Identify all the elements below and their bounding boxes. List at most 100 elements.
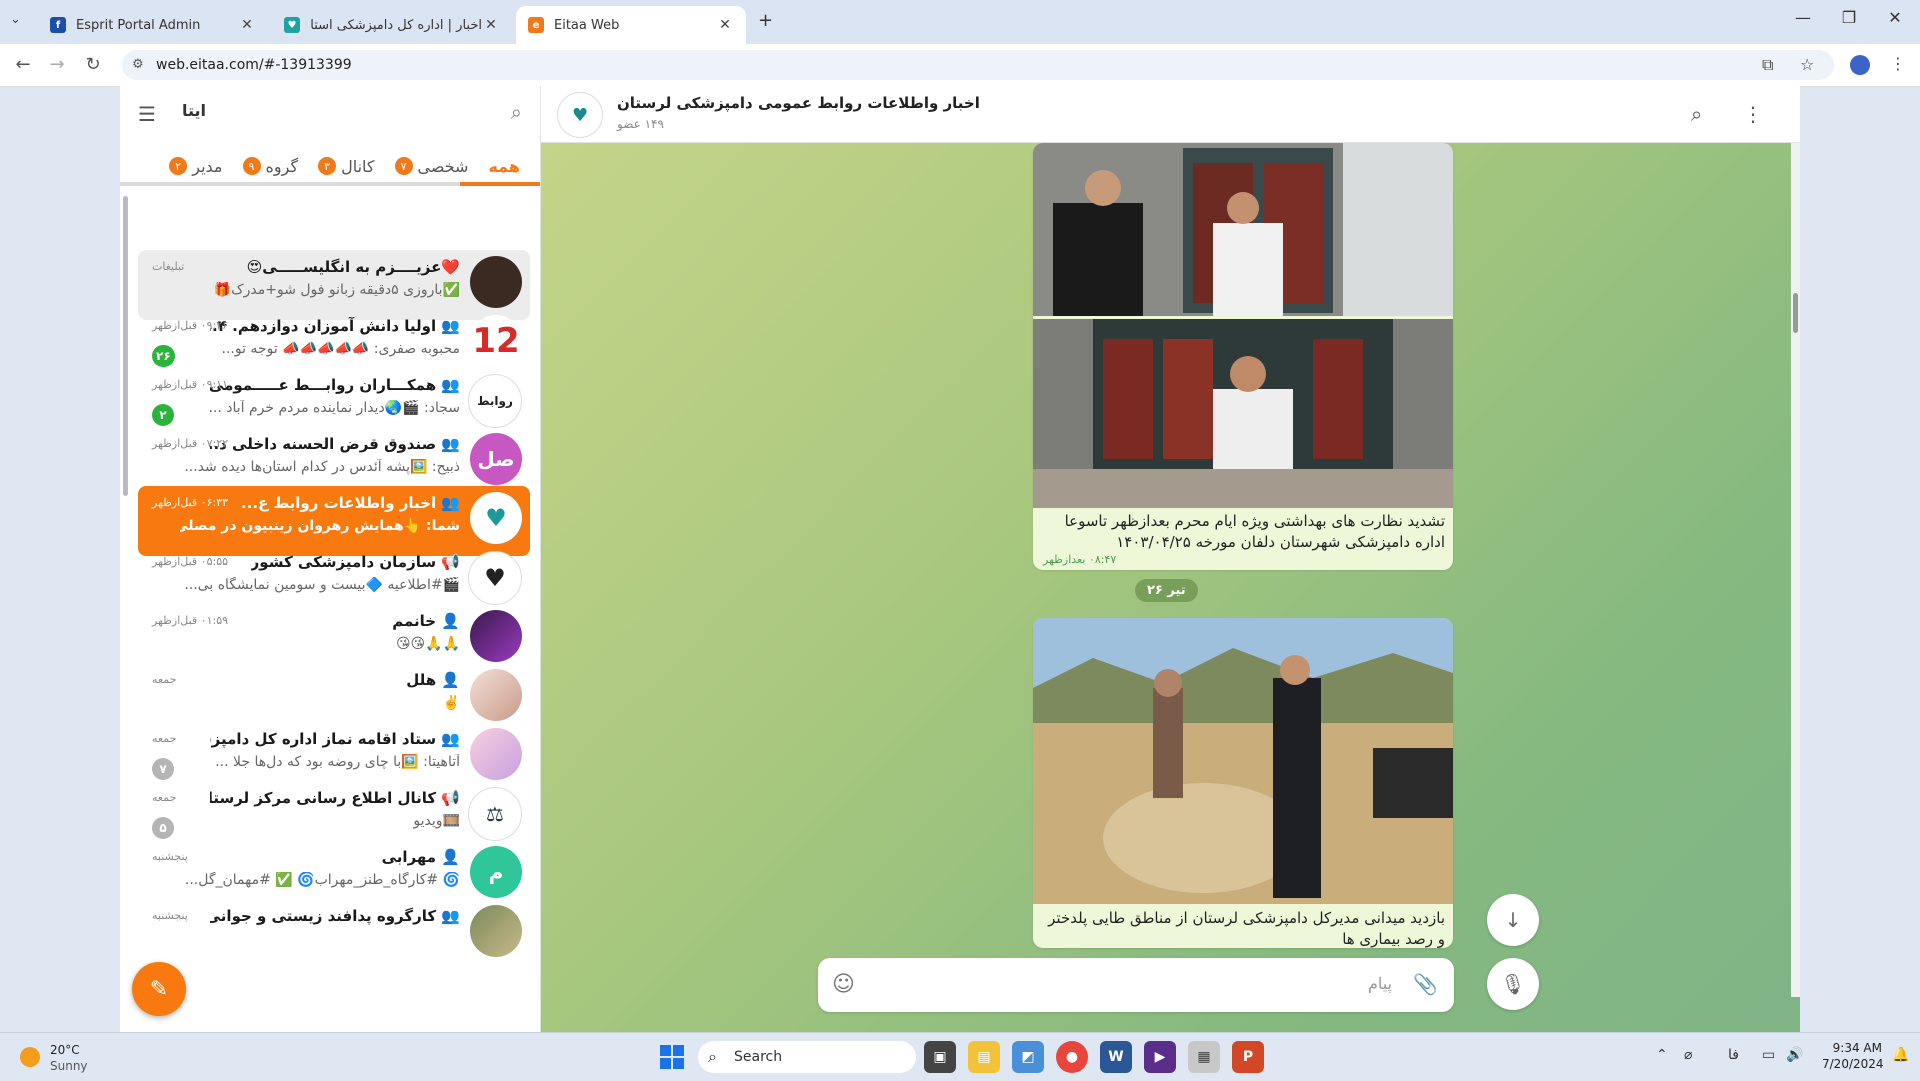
filter-channel[interactable]: کانال ۳ bbox=[318, 152, 375, 180]
forward-icon[interactable]: → bbox=[44, 53, 70, 77]
avatar bbox=[470, 728, 522, 780]
system-clock[interactable]: 9:34 AM 7/20/2024 bbox=[1822, 1041, 1884, 1071]
compose-pencil-icon[interactable]: ✎ bbox=[132, 962, 186, 1016]
tab-esprit[interactable]: f Esprit Portal Admin ✕ bbox=[38, 6, 268, 44]
chat-name: 👤 مهرابی bbox=[381, 848, 460, 866]
chat-preview: سجاد: 🎬🌏دیدار نماینده مردم خرم آباد ... bbox=[208, 400, 460, 416]
search-icon[interactable]: ⌕ bbox=[1691, 102, 1702, 126]
filter-count: ۷ bbox=[394, 157, 413, 175]
volume-icon[interactable]: 🔊 bbox=[1786, 1047, 1803, 1063]
windows-start-icon[interactable] bbox=[660, 1045, 684, 1069]
conversation-pane: ♥ اخبار واطلاعات روابط عمومی دامپزشکی لر… bbox=[541, 86, 1800, 1032]
message-photo[interactable] bbox=[1033, 618, 1453, 904]
message-caption: بازدید میدانی مدیرکل دامپزشکی لرستان از … bbox=[1048, 909, 1445, 948]
active-filter-indicator bbox=[460, 182, 540, 186]
tab-eitaa[interactable]: e Eitaa Web ✕ bbox=[516, 6, 746, 44]
filter-underline bbox=[120, 182, 540, 186]
network-off-icon[interactable]: ⌀ bbox=[1684, 1047, 1692, 1063]
chat-item[interactable]: 👥 کارگروه پدافند زیستی و جوانی جمع... پن… bbox=[138, 899, 530, 969]
close-window-icon[interactable]: ✕ bbox=[1872, 8, 1918, 27]
conversation-scrollbar[interactable] bbox=[1791, 143, 1800, 997]
avatar bbox=[470, 610, 522, 662]
unread-badge: ۵ bbox=[152, 817, 174, 839]
sidebar-header: ☰ ایتا ⌕ bbox=[120, 86, 540, 140]
more-options-icon[interactable]: ⋮ bbox=[1743, 102, 1763, 126]
bookmark-star-icon[interactable]: ☆ bbox=[1800, 50, 1814, 80]
install-app-icon[interactable]: ⧉ bbox=[1762, 50, 1773, 80]
message-photo[interactable] bbox=[1033, 143, 1453, 316]
tab-vet-news[interactable]: ♥ اخبار | اداره کل دامپزشکی استان ل ✕ bbox=[272, 6, 512, 44]
emoji-icon[interactable]: ☺ bbox=[832, 972, 855, 997]
filter-label: شخصی bbox=[417, 156, 469, 176]
message-input[interactable]: پیام bbox=[1368, 974, 1392, 993]
chat-time: پنجشنبه bbox=[152, 909, 188, 922]
new-tab-button[interactable]: + bbox=[758, 10, 773, 31]
taskbar-search[interactable]: ⌕ Search bbox=[698, 1041, 916, 1073]
microphone-button[interactable]: 🎙 bbox=[1487, 958, 1539, 1010]
display-icon[interactable]: ▭ bbox=[1762, 1047, 1775, 1063]
reload-icon[interactable]: ↻ bbox=[80, 53, 106, 77]
restore-icon[interactable]: ❐ bbox=[1826, 8, 1872, 27]
weather-temp: 20°C bbox=[50, 1043, 80, 1057]
eitaa-app: ☰ ایتا ⌕ همه شخصی ۷ کانال ۳ گروه ۹ مدیر ۲ ❤️… bbox=[120, 86, 1800, 1032]
filter-admin[interactable]: مدیر ۲ bbox=[169, 152, 223, 180]
task-view-icon[interactable]: ▣ bbox=[924, 1041, 956, 1073]
chat-name: 👥 صندوق قرض الحسنه داخلی د... bbox=[210, 435, 460, 453]
chat-preview: ✅باروزی ۵دقیقه زبانو فول شو+مدرک🎁 bbox=[213, 282, 460, 298]
chat-name: 👥 همکـــاران روابـــط عـــــمومی bbox=[210, 376, 460, 394]
chat-name: 👥 کارگروه پدافند زیستی و جوانی جمع... bbox=[210, 907, 460, 925]
hamburger-menu-icon[interactable]: ☰ bbox=[138, 102, 156, 126]
chat-name: 👥 اولیا دانش آموزان دوازدهم. ۴... bbox=[210, 317, 460, 335]
close-tab-icon[interactable]: ✕ bbox=[482, 17, 500, 33]
chat-name: ❤️عزیــــزم به انگلیســـــی😍 bbox=[246, 258, 460, 276]
attach-icon[interactable]: 📎 bbox=[1413, 972, 1438, 996]
filter-label: گروه bbox=[265, 156, 299, 176]
close-tab-icon[interactable]: ✕ bbox=[238, 17, 256, 33]
scroll-down-button[interactable]: ↓ bbox=[1487, 894, 1539, 946]
file-explorer-icon[interactable]: ▤ bbox=[968, 1041, 1000, 1073]
close-tab-icon[interactable]: ✕ bbox=[716, 17, 734, 33]
member-count: ۱۴۹ عضو bbox=[617, 117, 664, 131]
filter-personal[interactable]: شخصی ۷ bbox=[394, 152, 469, 180]
app-icon[interactable]: ▦ bbox=[1188, 1041, 1220, 1073]
message-photo[interactable] bbox=[1033, 319, 1453, 508]
address-bar[interactable]: ⚙ web.eitaa.com/#-13913399 ⧉ ☆ bbox=[122, 50, 1834, 80]
avatar: ♥ bbox=[468, 551, 522, 605]
chat-name: 📢 کانال اطلاع رسانی مرکز لرستان bbox=[210, 789, 460, 807]
sidebar-scrollbar[interactable] bbox=[123, 196, 128, 496]
browser-menu-icon[interactable]: ⋮ bbox=[1890, 54, 1906, 73]
chrome-icon[interactable]: ● bbox=[1056, 1041, 1088, 1073]
notification-bell-icon[interactable]: 🔔 bbox=[1892, 1047, 1909, 1063]
back-icon[interactable]: ← bbox=[10, 53, 36, 77]
site-info-icon[interactable]: ⚙ bbox=[132, 50, 144, 80]
avatar: روابط bbox=[468, 374, 522, 428]
message-bubble[interactable]: بازدید میدانی مدیرکل دامپزشکی لرستان از … bbox=[1033, 618, 1453, 948]
tray-chevron-icon[interactable]: ⌃ bbox=[1656, 1047, 1668, 1063]
message-composer[interactable]: ☺ پیام 📎 bbox=[818, 958, 1454, 1012]
filter-group[interactable]: گروه ۹ bbox=[242, 152, 299, 180]
filter-label: کانال bbox=[341, 156, 375, 176]
tab-search-icon[interactable]: ⌄ bbox=[10, 12, 21, 27]
photos-icon[interactable]: ◩ bbox=[1012, 1041, 1044, 1073]
channel-avatar[interactable]: ♥ bbox=[557, 92, 603, 138]
date-separator: ۲۶ تیر bbox=[1135, 579, 1198, 602]
chat-time: ۰۱:۵۹ قبل‌ازظهر bbox=[152, 614, 229, 627]
filter-all[interactable]: همه bbox=[488, 152, 520, 180]
media-player-icon[interactable]: ▶ bbox=[1144, 1041, 1176, 1073]
scroll-thumb[interactable] bbox=[1793, 293, 1798, 333]
conversation-header[interactable]: ♥ اخبار واطلاعات روابط عمومی دامپزشکی لر… bbox=[541, 86, 1800, 143]
message-bubble[interactable]: تشدید نظارت های بهداشتی ویژه ایام محرم ب… bbox=[1033, 143, 1453, 570]
chat-preview: 🎞️ویدیو bbox=[413, 813, 460, 829]
word-icon[interactable]: W bbox=[1100, 1041, 1132, 1073]
tab-title: اخبار | اداره کل دامپزشکی استان ل bbox=[310, 17, 482, 33]
language-indicator[interactable]: فا bbox=[1728, 1047, 1739, 1063]
chat-time: ۰۹:۱۱ قبل‌ازظهر bbox=[152, 378, 229, 391]
tab-title: Eitaa Web bbox=[554, 17, 620, 33]
chat-preview: ✌️ bbox=[442, 695, 460, 711]
avatar: صل bbox=[470, 433, 522, 485]
minimize-icon[interactable]: — bbox=[1780, 8, 1826, 27]
profile-avatar[interactable] bbox=[1850, 55, 1870, 75]
powerpoint-icon[interactable]: P bbox=[1232, 1041, 1264, 1073]
clock-date: 7/20/2024 bbox=[1822, 1057, 1884, 1071]
search-icon[interactable]: ⌕ bbox=[511, 100, 522, 124]
